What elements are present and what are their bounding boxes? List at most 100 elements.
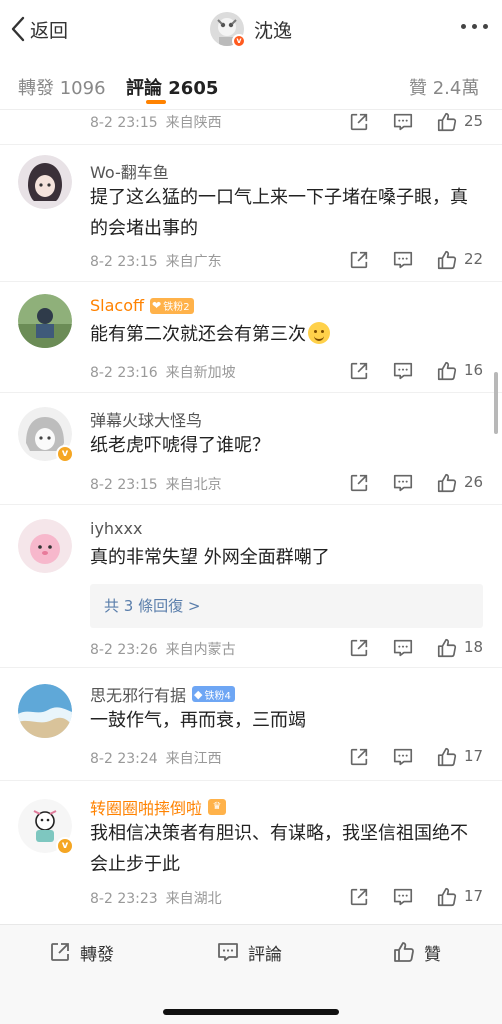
back-label: 返回 [30, 19, 69, 42]
like-count: 18 [464, 638, 484, 656]
comment-meta: 8-2 23:23 来自湖北 [90, 888, 222, 908]
like-count: 16 [464, 361, 484, 379]
comment-time: 8-2 23:16 [90, 365, 158, 381]
comment-actions: 16 [348, 360, 488, 382]
like-count: 17 [464, 887, 484, 905]
nav-user[interactable]: v 沈逸 [210, 11, 293, 48]
thumbs-up-icon[interactable] [436, 746, 458, 768]
comment-location: 来自陕西 [165, 115, 222, 131]
avatar[interactable]: v [18, 407, 74, 463]
comment-location: 来自北京 [165, 477, 222, 493]
thumbs-up-icon[interactable] [436, 249, 458, 271]
verified-badge-icon: v [56, 837, 74, 855]
thumbs-up-icon[interactable] [436, 360, 458, 382]
comment-actions: 18 [348, 637, 488, 659]
share-icon[interactable] [348, 472, 370, 494]
comment-actions: 17 [348, 886, 488, 908]
avatar[interactable] [18, 684, 72, 738]
comment-actions: 17 [348, 746, 488, 768]
avatar[interactable] [18, 155, 72, 209]
back-button[interactable]: 返回 [10, 14, 68, 44]
avatar[interactable]: v [18, 799, 74, 855]
comment-text: 一鼓作气，再而衰，三而竭 [90, 710, 306, 731]
verified-badge-icon: v [56, 445, 74, 463]
comment-time: 8-2 23:15 [90, 477, 158, 493]
comment-item: Slacoff ❤ 铁粉2 能有第二次就还会有第三次 8-2 23:16 来自新加坡… [0, 282, 502, 393]
comment-username[interactable]: iyhxxx [90, 519, 142, 538]
comment-meta: 8-2 23:26 来自内蒙古 [90, 639, 236, 659]
comment-username[interactable]: 思无邪行有据 ◆ 铁粉4 [90, 682, 235, 706]
share-icon[interactable] [348, 746, 370, 768]
share-icon [48, 940, 72, 964]
comment-button[interactable]: 評論 [216, 939, 282, 965]
username-text: Slacoff [90, 296, 145, 315]
fan-badge-label: 铁粉2 [163, 302, 190, 313]
scrollbar[interactable] [494, 372, 498, 434]
username-text: 思无邪行有据 [90, 686, 187, 705]
nav-avatar[interactable]: v [210, 12, 246, 48]
like-count: 22 [464, 250, 484, 268]
thumbs-up-icon[interactable] [436, 111, 458, 133]
fan-badge-label: 铁粉4 [204, 690, 231, 702]
like-button[interactable]: 贊 [392, 939, 441, 965]
comment-username[interactable]: Wo-翻车鱼 [90, 159, 169, 183]
repost-label: 轉發 [80, 944, 114, 965]
share-icon[interactable] [348, 249, 370, 271]
reply-icon[interactable] [392, 249, 414, 271]
comment-actions: 25 [348, 111, 488, 133]
avatar[interactable] [18, 294, 72, 348]
active-tab-indicator [146, 100, 166, 104]
reply-icon [216, 940, 240, 964]
comment-item: iyhxxx 真的非常失望 外网全面群嘲了 共 3 條回復 > 8-2 23:2… [0, 505, 502, 668]
more-dots-icon[interactable] [461, 24, 488, 29]
share-icon[interactable] [348, 637, 370, 659]
share-icon[interactable] [348, 360, 370, 382]
view-replies-button[interactable]: 共 3 條回復 > [90, 584, 483, 628]
like-count: 26 [464, 473, 484, 491]
repost-button[interactable]: 轉發 [48, 939, 114, 965]
comment-username[interactable]: Slacoff ❤ 铁粉2 [90, 296, 194, 315]
comment-username[interactable]: 转圈圈啪摔倒啦 ♛ [90, 795, 227, 819]
comment-meta: 8-2 23:15 来自广东 [90, 251, 222, 271]
comment-location: 来自新加坡 [165, 365, 236, 381]
comment-item: v 弹幕火球大怪鸟 纸老虎吓唬得了谁呢？ 8-2 23:15 来自北京 26 [0, 393, 502, 505]
reply-icon[interactable] [392, 360, 414, 382]
avatar[interactable] [18, 519, 72, 573]
bottom-action-bar: 轉發 評論 贊 [0, 924, 502, 1024]
comment-list[interactable]: 8-2 23:15 来自陕西 25 Wo-翻车鱼 提了这么猛的一口气上来一下子堵在… [0, 110, 502, 924]
tab-likes[interactable]: 贊 2.4萬 [409, 74, 479, 100]
comment-item: v 转圈圈啪摔倒啦 ♛ 我相信决策者有胆识、有谋略，我坚信祖国绝不会止步于此 8… [0, 781, 502, 924]
comment-meta: 8-2 23:16 来自新加坡 [90, 362, 236, 382]
tab-comments[interactable]: 評論 2605 [126, 74, 218, 100]
comment-username[interactable]: 弹幕火球大怪鸟 [90, 407, 202, 431]
smile-emoji-icon [308, 322, 330, 344]
share-icon[interactable] [348, 111, 370, 133]
thumbs-up-icon[interactable] [436, 637, 458, 659]
thumbs-up-icon[interactable] [436, 472, 458, 494]
comment-item: 思无邪行有据 ◆ 铁粉4 一鼓作气，再而衰，三而竭 8-2 23:24 来自江西 1… [0, 668, 502, 781]
reply-icon[interactable] [392, 886, 414, 908]
comment-location: 来自湖北 [165, 891, 222, 907]
reply-icon[interactable] [392, 746, 414, 768]
reply-icon[interactable] [392, 111, 414, 133]
share-icon[interactable] [348, 886, 370, 908]
tab-reposts[interactable]: 轉發 1096 [18, 74, 106, 100]
comment-meta: 8-2 23:24 来自江西 [90, 748, 222, 768]
comment-text: 真的非常失望 外网全面群嘲了 [90, 547, 330, 568]
comment-time: 8-2 23:15 [90, 115, 158, 131]
thumbs-up-icon[interactable] [436, 886, 458, 908]
comment-text: 能有第二次就还会有第三次 [90, 319, 480, 350]
comment-time: 8-2 23:26 [90, 642, 158, 658]
fan-badge-icon: ❤ 铁粉2 [150, 297, 194, 314]
username-text: iyhxxx [90, 519, 143, 538]
tab-bar: 轉發 1096 評論 2605 贊 2.4萬 [0, 58, 502, 110]
member-crown-icon: ♛ [208, 799, 227, 815]
nav-user-name: 沈逸 [254, 19, 293, 42]
reply-icon[interactable] [392, 637, 414, 659]
reply-icon[interactable] [392, 472, 414, 494]
username-text: 弹幕火球大怪鸟 [90, 411, 203, 430]
like-count: 25 [464, 112, 484, 130]
home-indicator[interactable] [163, 1009, 339, 1015]
username-text: 转圈圈啪摔倒啦 [90, 799, 203, 818]
comment-actions: 22 [348, 249, 488, 271]
